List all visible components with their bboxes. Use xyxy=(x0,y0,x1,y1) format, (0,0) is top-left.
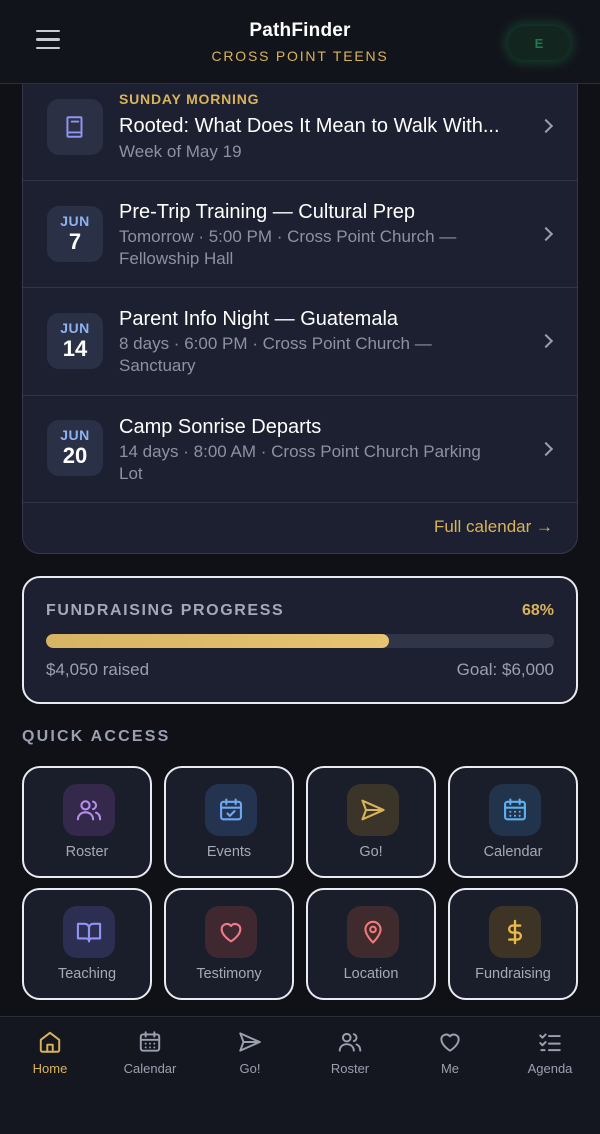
item-subtitle: Tomorrow · 5:00 PM · Cross Point Church … xyxy=(119,227,457,268)
nav-agenda[interactable]: Agenda xyxy=(500,1017,600,1097)
chevron-right-icon xyxy=(538,226,554,242)
quick-access-calendar[interactable]: Calendar xyxy=(448,766,578,878)
dollar-icon xyxy=(489,906,541,958)
nav-roster[interactable]: Roster xyxy=(300,1017,400,1097)
list-item[interactable]: JUN 7 Pre-Trip Training — Cultural Prep … xyxy=(23,181,577,288)
quick-access-fundraising[interactable]: Fundraising xyxy=(448,888,578,1000)
date-badge: JUN 14 xyxy=(47,313,103,369)
chevron-right-icon xyxy=(538,118,554,134)
quick-access-events[interactable]: Events xyxy=(164,766,294,878)
item-subtitle: Week of May 19 xyxy=(119,142,242,161)
date-badge: JUN 20 xyxy=(47,420,103,476)
schedule-card: SUNDAY MORNING Rooted: What Does It Mean… xyxy=(22,70,578,554)
home-icon xyxy=(39,1031,61,1053)
nav-label: Roster xyxy=(330,1061,370,1076)
nav-label: Go! xyxy=(239,1061,261,1076)
date-day: 7 xyxy=(68,229,82,254)
tile-label: Go! xyxy=(359,844,383,860)
tile-label: Location xyxy=(343,966,399,982)
tile-label: Roster xyxy=(65,844,109,860)
nav-me[interactable]: Me xyxy=(400,1017,500,1097)
nav-label: Agenda xyxy=(527,1061,573,1076)
fundraising-percent: 68% xyxy=(521,602,554,619)
date-month: JUN xyxy=(60,427,90,443)
nav-home[interactable]: Home xyxy=(0,1017,100,1097)
fundraising-card[interactable]: FUNDRAISING PROGRESS 68% $4,050 raised G… xyxy=(22,576,578,704)
progress-fill xyxy=(46,634,389,648)
users-icon xyxy=(338,1032,362,1052)
users-icon xyxy=(63,784,115,836)
heart-icon xyxy=(440,1033,460,1052)
quick-access-roster[interactable]: Roster xyxy=(22,766,152,878)
list-item[interactable]: SUNDAY MORNING Rooted: What Does It Mean… xyxy=(23,71,577,181)
tile-label: Teaching xyxy=(57,966,117,982)
list-item[interactable]: JUN 20 Camp Sonrise Departs 14 days · 8:… xyxy=(23,396,577,503)
item-eyebrow: SUNDAY MORNING xyxy=(119,91,260,107)
quick-access-location[interactable]: Location xyxy=(306,888,436,1000)
amount-raised: $4,050 raised xyxy=(46,660,150,679)
app-header: PathFinder CROSS POINT TEENS E xyxy=(0,0,600,84)
date-day: 14 xyxy=(62,336,88,361)
nav-label: Me xyxy=(440,1061,460,1076)
full-calendar-link[interactable]: Full calendar → xyxy=(434,517,553,537)
bottom-nav: Home Calendar Go! Roster Me Agenda xyxy=(0,1016,600,1134)
nav-label: Calendar xyxy=(123,1061,177,1076)
map-pin-icon xyxy=(347,906,399,958)
calendar-icon xyxy=(139,1031,161,1052)
nav-calendar[interactable]: Calendar xyxy=(100,1017,200,1097)
quick-access-testimony[interactable]: Testimony xyxy=(164,888,294,1000)
chevron-right-icon xyxy=(538,441,554,457)
avatar[interactable]: E xyxy=(508,26,570,60)
chevron-right-icon xyxy=(538,333,554,349)
quick-access-teaching[interactable]: Teaching xyxy=(22,888,152,1000)
tile-label: Fundraising xyxy=(475,966,551,982)
date-month: JUN xyxy=(60,213,90,229)
checklist-icon xyxy=(539,1033,561,1052)
progress-track xyxy=(46,634,554,648)
book-icon xyxy=(47,99,103,155)
send-icon xyxy=(347,784,399,836)
send-icon xyxy=(239,1032,261,1052)
book-open-icon xyxy=(63,906,115,958)
fundraising-label: FUNDRAISING PROGRESS xyxy=(46,602,285,619)
date-badge: JUN 7 xyxy=(47,206,103,262)
date-day: 20 xyxy=(62,443,88,468)
date-month: JUN xyxy=(60,320,90,336)
item-title: Camp Sonrise Departs xyxy=(119,416,322,438)
item-subtitle: 8 days · 6:00 PM · Cross Point Church — … xyxy=(119,334,432,375)
nav-go[interactable]: Go! xyxy=(200,1017,300,1097)
tile-label: Events xyxy=(206,844,252,860)
list-item[interactable]: JUN 14 Parent Info Night — Guatemala 8 d… xyxy=(23,288,577,396)
tile-label: Testimony xyxy=(196,966,262,982)
quick-access-go[interactable]: Go! xyxy=(306,766,436,878)
fundraising-goal: Goal: $6,000 xyxy=(456,660,554,679)
item-title: Pre-Trip Training — Cultural Prep xyxy=(119,201,416,223)
calendar-grid-icon xyxy=(489,784,541,836)
quick-access-title: QUICK ACCESS xyxy=(22,728,171,745)
nav-label: Home xyxy=(32,1061,68,1076)
item-title: Parent Info Night — Guatemala xyxy=(119,308,399,330)
item-subtitle: 14 days · 8:00 AM · Cross Point Church P… xyxy=(119,442,481,483)
tile-label: Calendar xyxy=(483,844,543,860)
item-title: Rooted: What Does It Mean to Walk With..… xyxy=(119,115,500,137)
calendar-check-icon xyxy=(205,784,257,836)
heart-icon xyxy=(205,906,257,958)
